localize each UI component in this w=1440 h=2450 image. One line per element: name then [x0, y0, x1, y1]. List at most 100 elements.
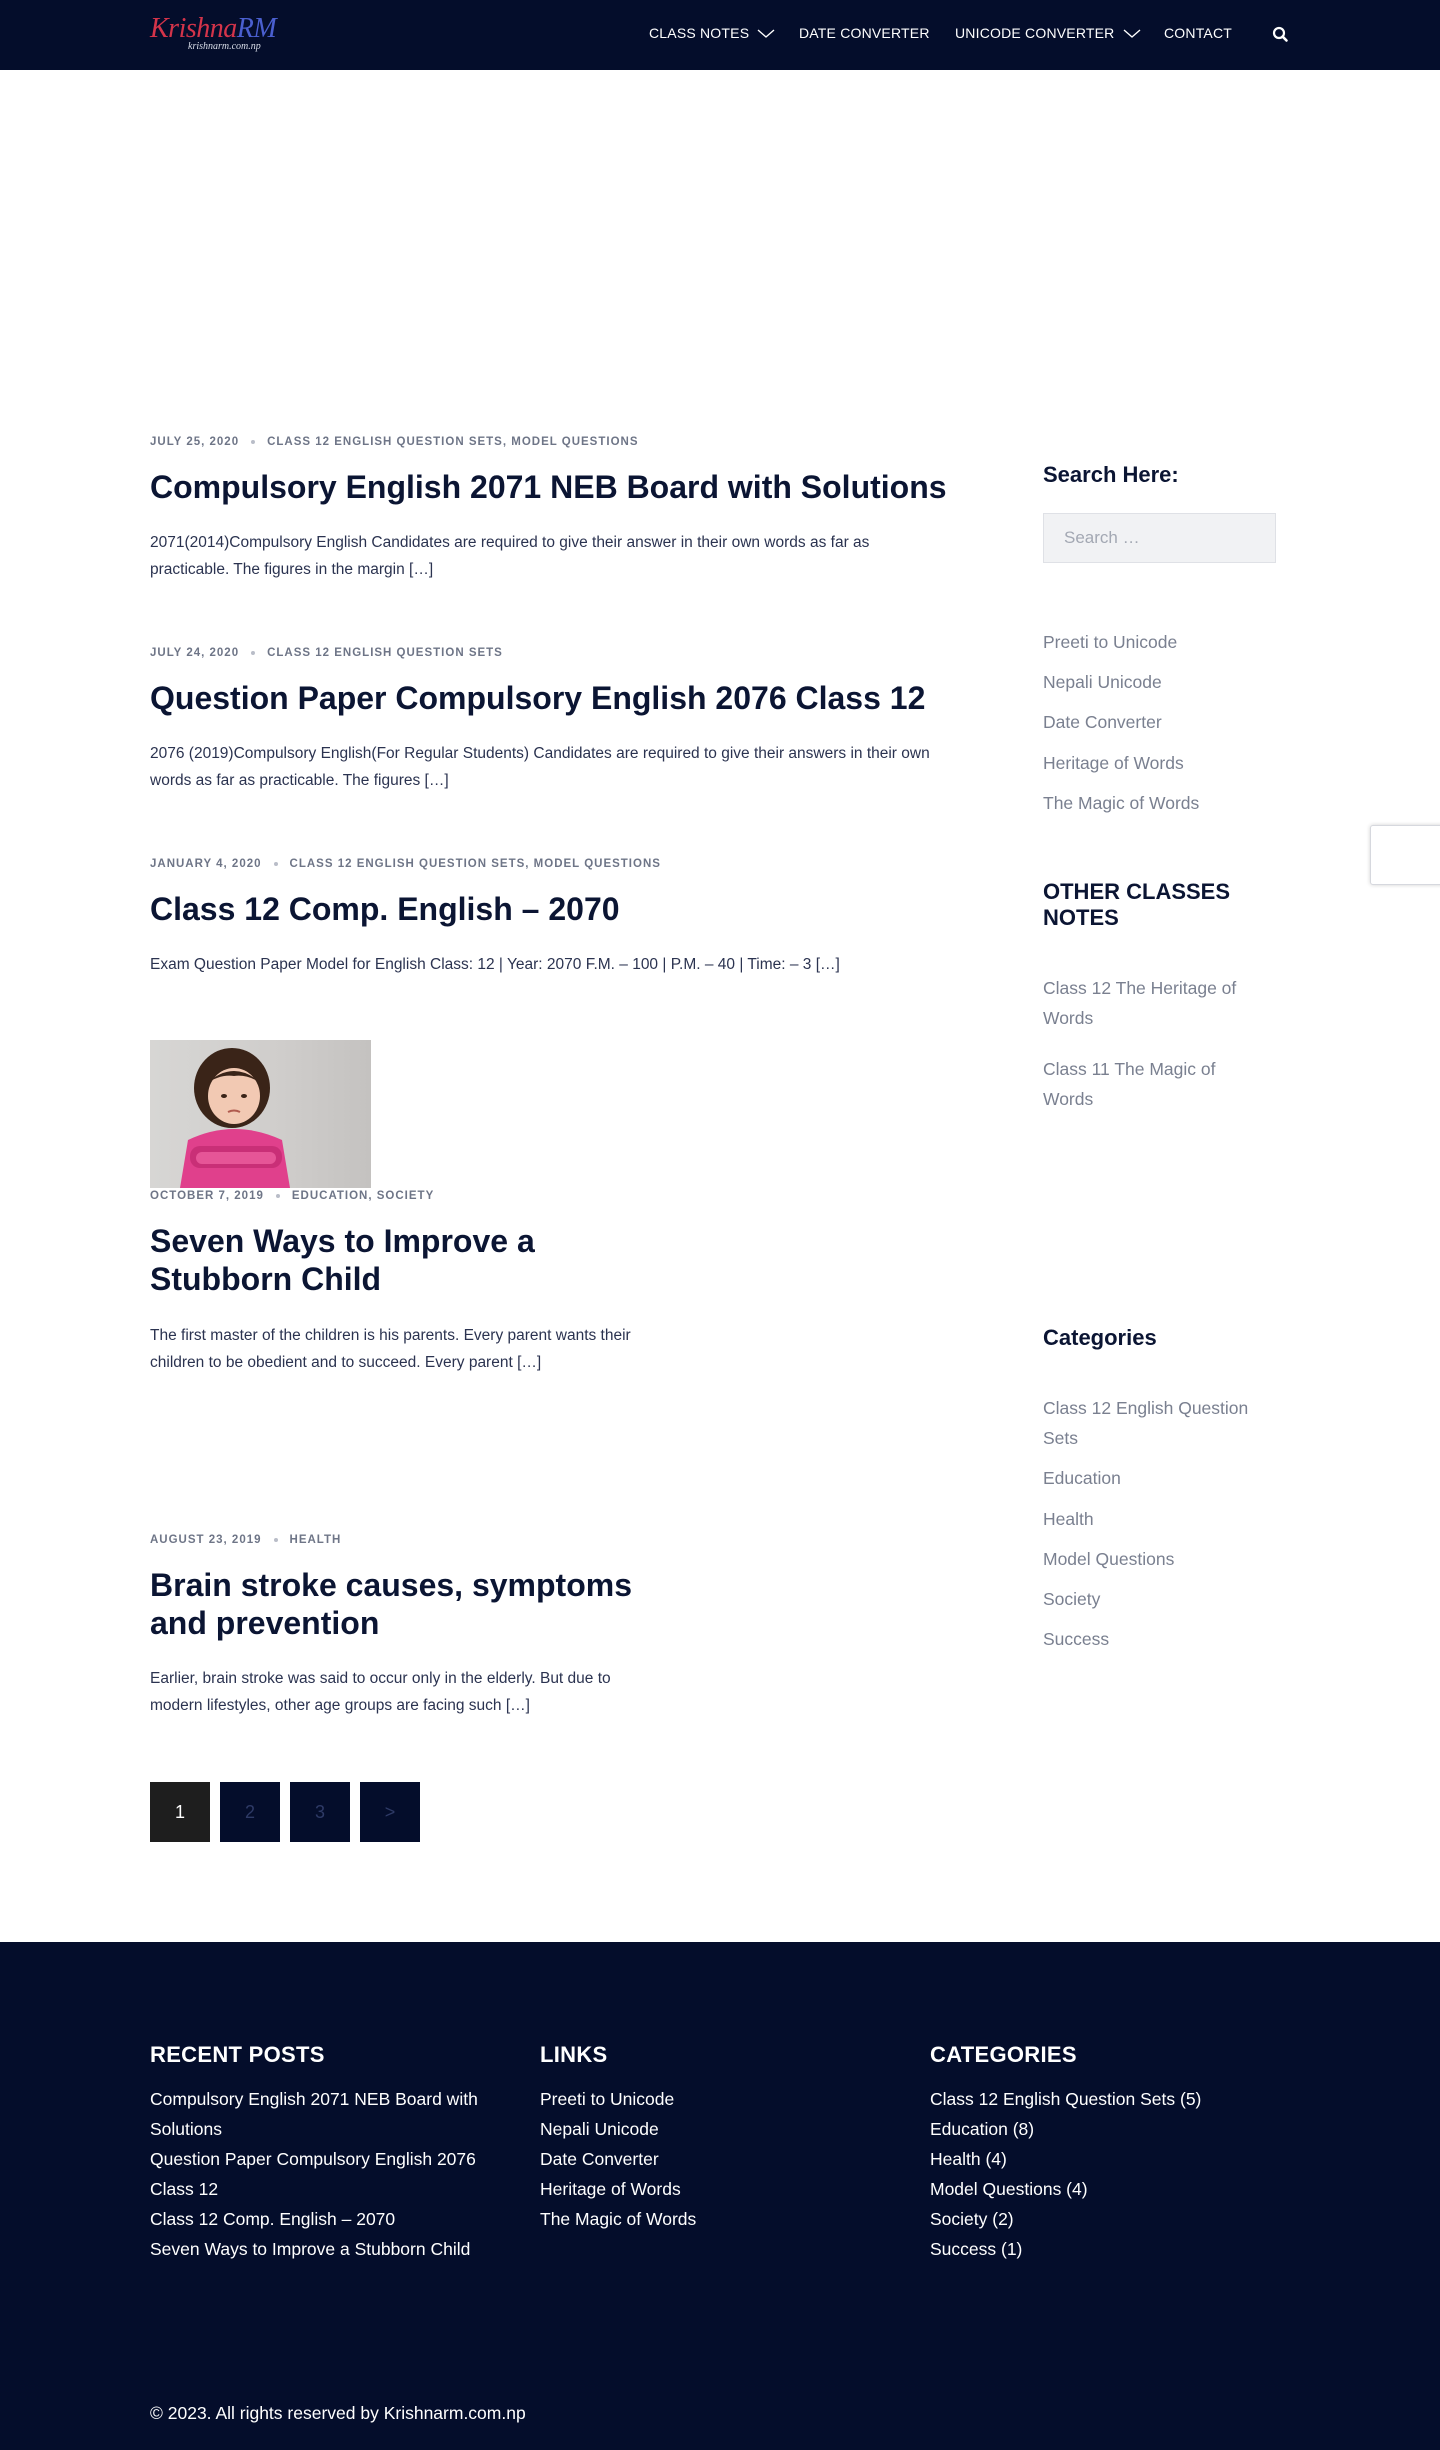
link-line: Question Paper Compulsory English 2076 [150, 2149, 476, 2169]
footer-category-model-questions[interactable]: Model Questions (4) [930, 2174, 1088, 2204]
footer-recent-post-1[interactable]: Compulsory English 2071 NEB Board with S… [150, 2084, 478, 2144]
floating-widget-box[interactable] [1370, 825, 1440, 885]
nav-unicode-converter[interactable]: UNICODE CONVERTER [955, 25, 1141, 41]
footer-recent-post-2[interactable]: Question Paper Compulsory English 2076 C… [150, 2144, 476, 2204]
link-line: Compulsory English 2071 NEB Board with [150, 2089, 478, 2109]
footer-category-health[interactable]: Health (4) [930, 2144, 1007, 2174]
footer-links-heading: LINKS [540, 2042, 608, 2067]
post-excerpt-line: The first master of the children is his … [150, 1327, 631, 1344]
chevron-down-icon [757, 29, 775, 38]
site-header: KrishnaRM krishnarm.com.np CLASS NOTES D… [0, 0, 1440, 70]
post-excerpt-line: 2076 (2019)Compulsory English(For Regula… [150, 745, 930, 762]
footer-link-heritage-of-words[interactable]: Heritage of Words [540, 2174, 681, 2204]
post-title[interactable]: Question Paper Compulsory English 2076 C… [150, 679, 925, 717]
post-date[interactable]: JULY 25, 2020 [150, 436, 239, 448]
sidebar-category-class12-english[interactable]: Class 12 English Question Sets [1043, 1393, 1248, 1453]
sidebar-link-nepali-unicode[interactable]: Nepali Unicode [1043, 667, 1162, 697]
nav-date-converter-label: DATE CONVERTER [799, 25, 930, 41]
sidebar-search-heading: Search Here: [1043, 462, 1179, 487]
logo-wordmark-second: RM [236, 13, 277, 44]
post-title[interactable]: Brain stroke causes, symptoms and preven… [150, 1566, 632, 1642]
sidebar-other-classes-heading: OTHER CLASSES NOTES [1043, 879, 1230, 931]
site-logo[interactable]: KrishnaRM krishnarm.com.np [150, 13, 277, 56]
footer-category-education[interactable]: Education (8) [930, 2114, 1034, 2144]
sidebar-category-society[interactable]: Society [1043, 1584, 1100, 1614]
footer-recent-post-3[interactable]: Class 12 Comp. English – 2070 [150, 2204, 395, 2234]
pagination-page-1[interactable]: 1 [150, 1782, 210, 1842]
pagination-page-3[interactable]: 3 [290, 1782, 350, 1842]
nav-contact-label: CONTACT [1164, 25, 1233, 41]
link-line: Solutions [150, 2119, 222, 2139]
pagination-next[interactable]: > [360, 1782, 420, 1842]
sidebar-category-model-questions[interactable]: Model Questions [1043, 1544, 1174, 1574]
logo-wordmark: KrishnaRM [150, 13, 277, 44]
sidebar-link-preeti-to-unicode[interactable]: Preeti to Unicode [1043, 627, 1177, 657]
post-title[interactable]: Class 12 Comp. English – 2070 [150, 890, 620, 928]
post-title[interactable]: Compulsory English 2071 NEB Board with S… [150, 468, 947, 506]
post-title[interactable]: Seven Ways to Improve a Stubborn Child [150, 1222, 535, 1298]
site-footer: RECENT POSTS Compulsory English 2071 NEB… [0, 1942, 1440, 2450]
sidebar-link-date-converter[interactable]: Date Converter [1043, 707, 1162, 737]
footer-link-preeti-to-unicode[interactable]: Preeti to Unicode [540, 2084, 674, 2114]
post-categories[interactable]: CLASS 12 ENGLISH QUESTION SETS, MODEL QU… [290, 858, 661, 870]
meta-separator [273, 1537, 278, 1542]
footer-category-society[interactable]: Society (2) [930, 2204, 1014, 2234]
post-meta: JULY 24, 2020 CLASS 12 ENGLISH QUESTION S… [150, 647, 503, 659]
heading-line: NOTES [1043, 905, 1119, 930]
link-line: Class 12 English Question [1043, 1398, 1249, 1418]
post-categories[interactable]: CLASS 12 ENGLISH QUESTION SETS, MODEL QU… [267, 436, 638, 448]
sidebar-category-health[interactable]: Health [1043, 1504, 1094, 1534]
sidebar-search-input[interactable] [1043, 513, 1276, 563]
logo-domain: krishnarm.com.np [188, 41, 261, 52]
sidebar-link-heritage-of-words[interactable]: Heritage of Words [1043, 748, 1184, 778]
footer-copyright: © 2023. All rights reserved by Krishnarm… [150, 2403, 526, 2423]
post-title-line: and prevention [150, 1605, 380, 1641]
sidebar-class12-heritage-link[interactable]: Class 12 The Heritage of Words [1043, 973, 1236, 1033]
post-excerpt-line: 2071(2014)Compulsory English Candidates … [150, 534, 870, 551]
link-line: Words [1043, 1008, 1094, 1028]
footer-link-magic-of-words[interactable]: The Magic of Words [540, 2204, 696, 2234]
post-categories[interactable]: EDUCATION, SOCIETY [292, 1190, 434, 1202]
link-line: Class 11 The Magic of [1043, 1059, 1216, 1079]
link-line: Class 12 [150, 2179, 219, 2199]
post-excerpt-line: Earlier, brain stroke was said to occur … [150, 1670, 611, 1687]
post-excerpt: The first master of the children is his … [150, 1322, 631, 1376]
post-date[interactable]: AUGUST 23, 2019 [150, 1534, 262, 1546]
chevron-down-icon [1123, 29, 1140, 38]
footer-link-nepali-unicode[interactable]: Nepali Unicode [540, 2114, 659, 2144]
post-meta: OCTOBER 7, 2019 EDUCATION, SOCIETY [150, 1190, 434, 1202]
post-categories[interactable]: CLASS 12 ENGLISH QUESTION SETS [267, 647, 503, 659]
post-excerpt-line: words as far as practicable. The figures… [150, 772, 449, 789]
heading-line: OTHER CLASSES [1043, 879, 1231, 904]
footer-recent-post-4[interactable]: Seven Ways to Improve a Stubborn Child [150, 2234, 470, 2264]
meta-separator [275, 1193, 280, 1198]
footer-category-success[interactable]: Success (1) [930, 2234, 1022, 2264]
post-thumbnail-image[interactable] [150, 1040, 371, 1188]
meta-separator [251, 650, 256, 655]
post-date[interactable]: OCTOBER 7, 2019 [150, 1190, 264, 1202]
sidebar-class11-magic-link[interactable]: Class 11 The Magic of Words [1043, 1054, 1216, 1114]
post-excerpt-line: practicable. The figures in the margin [… [150, 561, 434, 578]
footer-category-class12-english[interactable]: Class 12 English Question Sets (5) [930, 2084, 1201, 2114]
pagination-page-2[interactable]: 2 [220, 1782, 280, 1842]
post-date[interactable]: JULY 24, 2020 [150, 647, 239, 659]
link-line: Words [1043, 1089, 1094, 1109]
sidebar-categories-heading: Categories [1043, 1325, 1157, 1350]
post-title-line: Seven Ways to Improve a [150, 1223, 535, 1259]
footer-link-date-converter[interactable]: Date Converter [540, 2144, 659, 2174]
post-title-line: Stubborn Child [150, 1261, 382, 1297]
search-icon[interactable] [1270, 24, 1292, 46]
sidebar-category-education[interactable]: Education [1043, 1463, 1121, 1493]
post-title-line: Brain stroke causes, symptoms [150, 1567, 632, 1603]
nav-date-converter[interactable]: DATE CONVERTER [799, 25, 930, 41]
sidebar-link-magic-of-words[interactable]: The Magic of Words [1043, 788, 1199, 818]
link-line: Class 12 The Heritage of [1043, 978, 1237, 998]
nav-contact[interactable]: CONTACT [1164, 25, 1232, 41]
footer-recent-heading: RECENT POSTS [150, 2042, 325, 2067]
nav-unicode-converter-label: UNICODE CONVERTER [955, 25, 1115, 41]
sidebar-category-success[interactable]: Success [1043, 1624, 1109, 1654]
post-date[interactable]: JANUARY 4, 2020 [150, 858, 262, 870]
nav-class-notes[interactable]: CLASS NOTES [649, 25, 775, 41]
post-categories[interactable]: HEALTH [290, 1534, 342, 1546]
post-excerpt: 2071(2014)Compulsory English Candidates … [150, 529, 869, 583]
